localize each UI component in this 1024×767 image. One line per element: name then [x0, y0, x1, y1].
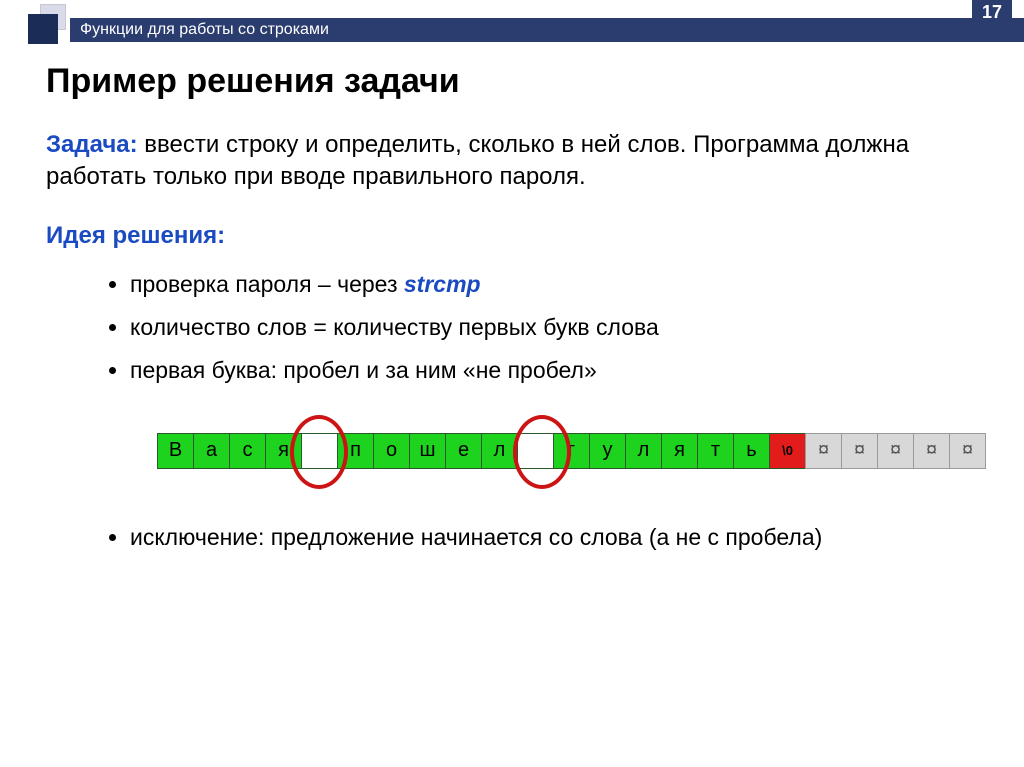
- char-cell: В: [157, 433, 194, 469]
- char-cell: я: [661, 433, 698, 469]
- highlight-circle-icon: [290, 415, 348, 489]
- char-cell: а: [193, 433, 230, 469]
- garbage-cell: ¤: [877, 433, 914, 469]
- header-subtitle: Функции для работы со строками: [80, 21, 329, 39]
- bullet-item: первая буква: пробел и за ним «не пробел…: [130, 352, 978, 389]
- bullet-item: количество слов = количеству первых букв…: [130, 309, 978, 346]
- bullet-item: проверка пароля – через strcmp: [130, 266, 978, 303]
- char-cell: т: [697, 433, 734, 469]
- garbage-cell: ¤: [841, 433, 878, 469]
- task-block: Задача: ввести строку и определить, скол…: [46, 129, 978, 194]
- bullet-text: первая буква: пробел и за ним «не пробел…: [130, 357, 597, 383]
- char-cell: ш: [409, 433, 446, 469]
- char-cell: ь: [733, 433, 770, 469]
- idea-label: Идея решения:: [46, 220, 978, 252]
- idea-bullets: проверка пароля – через strcmp количеств…: [46, 266, 978, 388]
- char-cell: о: [373, 433, 410, 469]
- header-strip: Функции для работы со строками: [70, 18, 1024, 42]
- header-decor-square-dark: [28, 14, 58, 44]
- slide-title: Пример решения задачи: [46, 62, 978, 101]
- slide-header: Функции для работы со строками 17: [0, 0, 1024, 48]
- char-cell: с: [229, 433, 266, 469]
- garbage-cell: ¤: [913, 433, 950, 469]
- garbage-cell: ¤: [949, 433, 986, 469]
- string-diagram: Васяпошелгулять\0¤¤¤¤¤: [118, 407, 988, 497]
- char-cell: у: [589, 433, 626, 469]
- string-terminator-cell: \0: [769, 433, 806, 469]
- bullet-text: количество слов = количеству первых букв…: [130, 314, 659, 340]
- garbage-cell: ¤: [805, 433, 842, 469]
- highlight-circle-icon: [513, 415, 571, 489]
- diagram-cells: Васяпошелгулять\0¤¤¤¤¤: [158, 433, 986, 469]
- page-number: 17: [972, 0, 1012, 25]
- code-fn-name: strcmp: [404, 271, 481, 297]
- idea-bullets-after: исключение: предложение начинается со сл…: [46, 519, 978, 556]
- bullet-text: исключение: предложение начинается со сл…: [130, 524, 822, 550]
- char-cell: е: [445, 433, 482, 469]
- slide-content: Пример решения задачи Задача: ввести стр…: [0, 48, 1024, 555]
- task-label: Задача:: [46, 131, 138, 158]
- char-cell: л: [625, 433, 662, 469]
- bullet-text: проверка пароля – через: [130, 271, 404, 297]
- bullet-item: исключение: предложение начинается со сл…: [130, 519, 978, 556]
- task-text: ввести строку и определить, сколько в не…: [46, 131, 909, 190]
